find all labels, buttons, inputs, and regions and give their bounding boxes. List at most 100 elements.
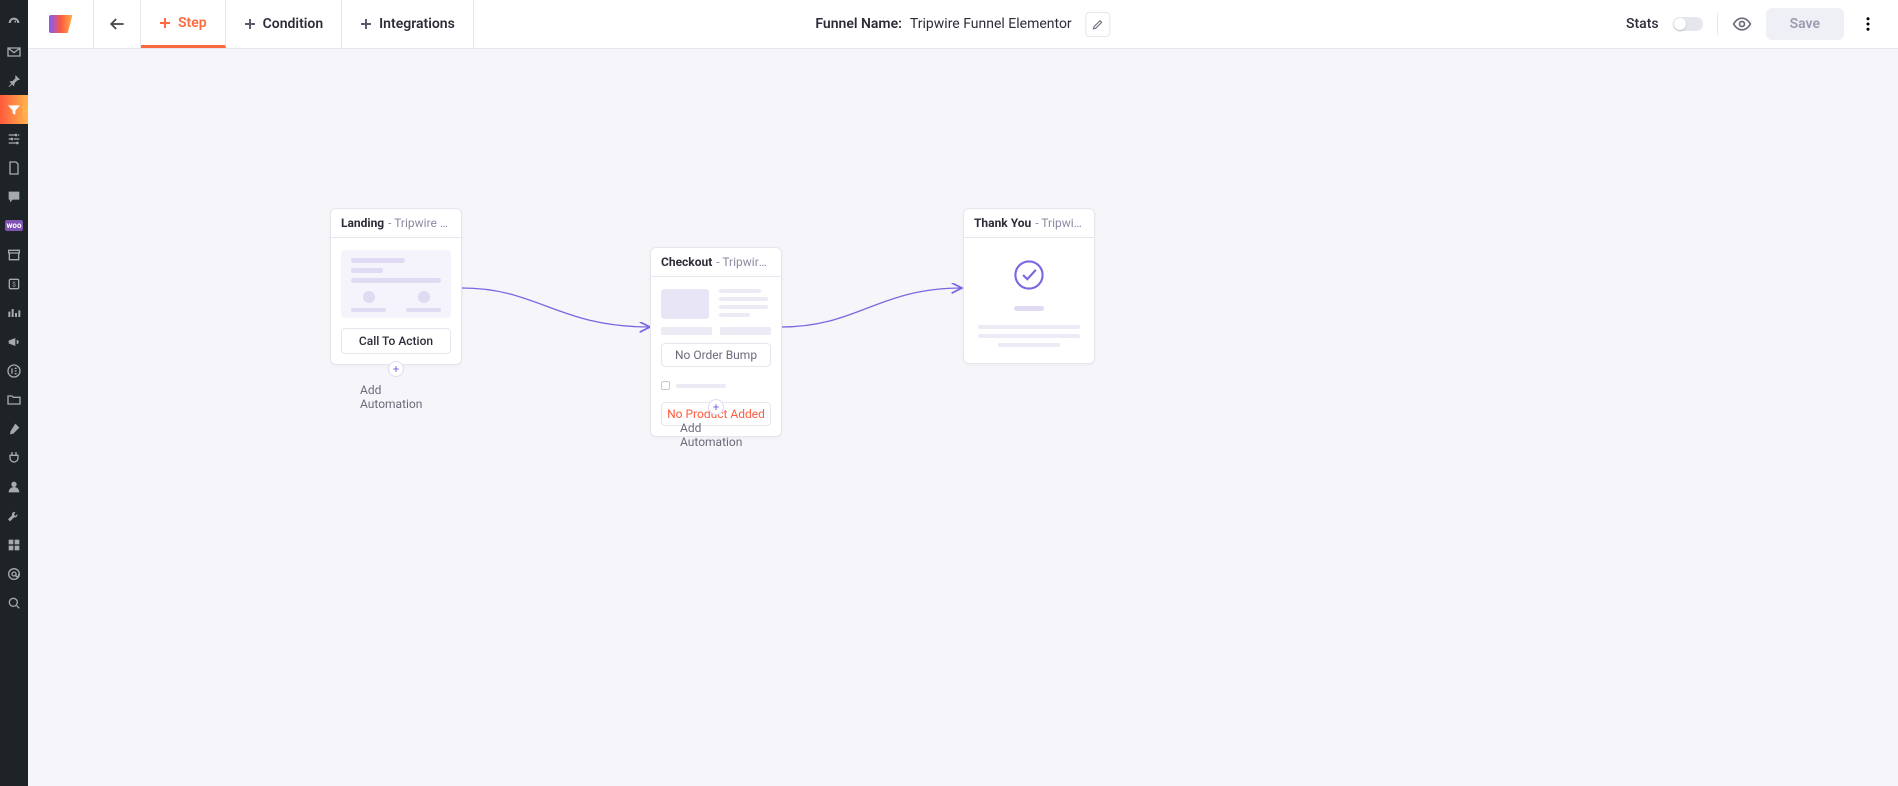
check-circle-icon — [1012, 258, 1046, 292]
preview-dot — [418, 291, 430, 303]
sidebar-mail[interactable] — [0, 37, 28, 66]
sidebar-payments[interactable]: $ — [0, 269, 28, 298]
wp-admin-sidebar: woo $ — [0, 0, 28, 786]
sidebar-search[interactable] — [0, 588, 28, 617]
search-loop-icon — [6, 595, 22, 611]
stats-toggle[interactable] — [1673, 17, 1703, 31]
step-name: Landing — [341, 216, 384, 230]
order-bump-status[interactable]: No Order Bump — [661, 343, 771, 367]
preview-line — [719, 313, 750, 317]
sidebar-dashboard[interactable] — [0, 8, 28, 37]
sidebar-media[interactable] — [0, 240, 28, 269]
connectors — [28, 49, 1898, 786]
funnel-name-value: Tripwire Funnel Elementor — [910, 16, 1072, 32]
eye-icon — [1732, 14, 1752, 34]
svg-text:$: $ — [12, 280, 16, 288]
brush-icon — [6, 421, 22, 437]
sidebar-comments[interactable] — [0, 182, 28, 211]
bars-icon — [6, 305, 22, 321]
divider — [1717, 13, 1718, 35]
sidebar-settings-alt[interactable] — [0, 124, 28, 153]
tab-condition[interactable]: Condition — [226, 0, 343, 48]
add-automation-checkout: + Add Automation — [680, 399, 752, 449]
right-tools: Stats Save — [1626, 8, 1898, 40]
sidebar-plugins[interactable] — [0, 443, 28, 472]
topbar: Step Condition Integrations Funnel Name:… — [28, 0, 1898, 49]
preview-line — [351, 308, 386, 312]
add-automation-label[interactable]: Add Automation — [360, 383, 432, 411]
step-name: Checkout — [661, 255, 712, 269]
tab-step-label: Step — [178, 15, 207, 31]
card-header: Thank You - Tripwire Funne… — [964, 209, 1094, 238]
gauge-icon — [6, 15, 22, 31]
sidebar-wrench[interactable] — [0, 501, 28, 530]
toolbar-tabs: Step Condition Integrations — [141, 0, 474, 48]
sidebar-woo[interactable]: woo — [0, 211, 28, 240]
funnel-icon — [6, 102, 22, 118]
landing-preview — [341, 250, 451, 318]
sidebar-pages[interactable] — [0, 153, 28, 182]
back-button[interactable] — [94, 0, 141, 48]
preview-divider — [1014, 306, 1044, 311]
wrench-icon — [6, 508, 22, 524]
preview-line — [676, 384, 726, 388]
card-body: Call To Action — [331, 238, 461, 364]
logo-icon — [49, 15, 73, 33]
pencil-icon — [1092, 18, 1105, 31]
card-header: Landing - Tripwire Funne… — [331, 209, 461, 238]
app-logo[interactable] — [28, 0, 94, 48]
edit-funnel-name-button[interactable] — [1086, 12, 1111, 37]
cta-button[interactable]: Call To Action — [341, 328, 451, 354]
comment-icon — [6, 189, 22, 205]
plug-icon — [6, 450, 22, 466]
tab-step[interactable]: Step — [141, 0, 226, 48]
sidebar-analytics[interactable] — [0, 298, 28, 327]
plus-icon — [244, 18, 256, 30]
step-card-landing[interactable]: Landing - Tripwire Funne… Call To Action — [330, 208, 462, 365]
funnel-canvas[interactable]: Landing - Tripwire Funne… Call To Action… — [28, 49, 1898, 786]
sidebar-funnels[interactable] — [0, 95, 28, 124]
at-icon — [6, 566, 22, 582]
step-card-thankyou[interactable]: Thank You - Tripwire Funne… — [963, 208, 1095, 364]
more-menu-button[interactable] — [1858, 14, 1878, 34]
preview-image — [661, 289, 709, 319]
step-subtitle: - Tripwire Funne… — [716, 255, 771, 269]
preview-button[interactable] — [1732, 14, 1752, 34]
sidebar-tools[interactable] — [0, 414, 28, 443]
tab-integrations-label: Integrations — [379, 16, 455, 32]
sliders-icon — [6, 131, 22, 147]
checkbox-placeholder — [661, 381, 670, 390]
user-icon — [6, 479, 22, 495]
dollar-icon: $ — [6, 276, 22, 292]
sidebar-marketing[interactable] — [0, 327, 28, 356]
preview-dot — [363, 291, 375, 303]
preview-line — [719, 297, 768, 301]
step-subtitle: - Tripwire Funne… — [1035, 216, 1084, 230]
card-header: Checkout - Tripwire Funne… — [651, 248, 781, 277]
save-button[interactable]: Save — [1766, 8, 1844, 40]
bump-row — [661, 381, 771, 390]
plus-icon — [159, 17, 171, 29]
add-automation-plus[interactable]: + — [388, 361, 404, 377]
megaphone-icon — [6, 334, 22, 350]
sidebar-pin[interactable] — [0, 66, 28, 95]
page-icon — [6, 160, 22, 176]
woo-icon: woo — [5, 220, 24, 231]
preview-line — [719, 289, 761, 293]
funnel-name-label: Funnel Name: — [815, 16, 902, 32]
preview-line — [351, 278, 441, 283]
card-body — [964, 238, 1094, 363]
add-automation-plus[interactable]: + — [708, 399, 724, 415]
sidebar-theme[interactable] — [0, 530, 28, 559]
arrow-left-icon — [107, 14, 127, 34]
add-automation-label[interactable]: Add Automation — [680, 421, 752, 449]
mail-icon — [6, 44, 22, 60]
sidebar-users[interactable] — [0, 472, 28, 501]
plus-icon — [360, 18, 372, 30]
dots-vertical-icon — [1859, 15, 1877, 33]
sidebar-files[interactable] — [0, 385, 28, 414]
preview-button-ghost — [720, 327, 771, 335]
sidebar-elementor[interactable] — [0, 356, 28, 385]
tab-integrations[interactable]: Integrations — [342, 0, 474, 48]
sidebar-mentions[interactable] — [0, 559, 28, 588]
